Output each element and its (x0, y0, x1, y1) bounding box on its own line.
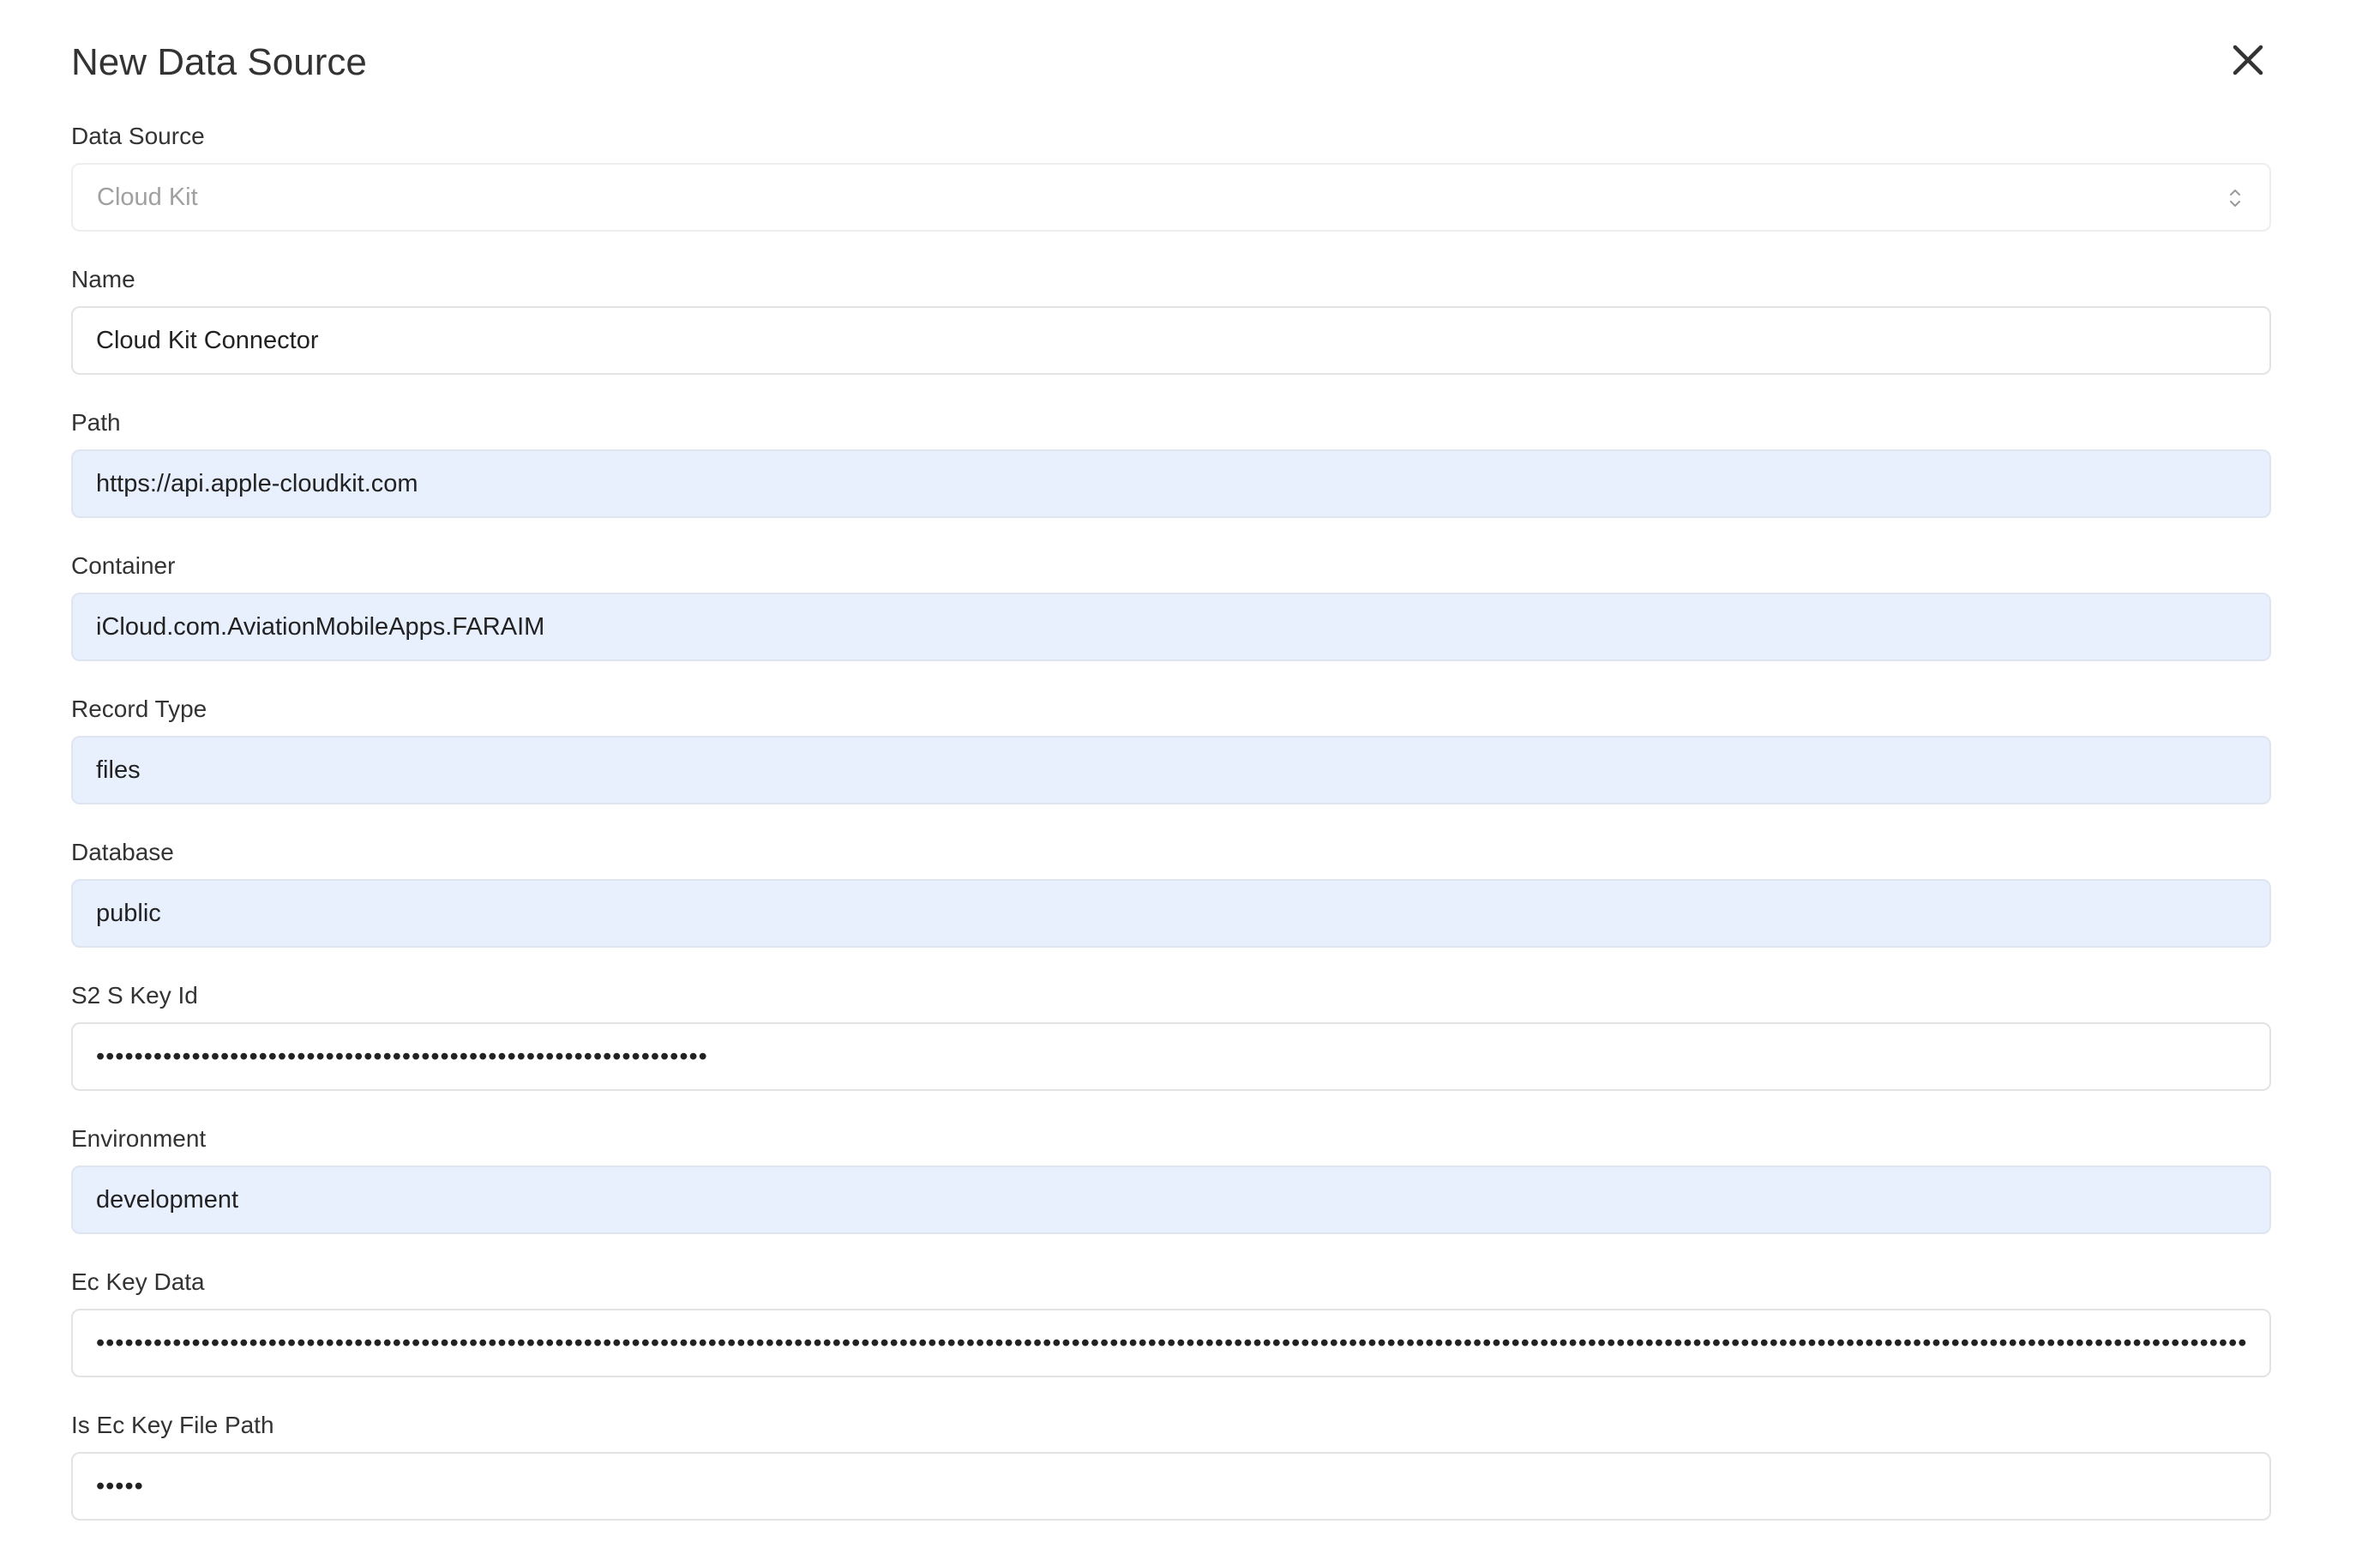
is-ec-key-file-path-field: Is Ec Key File Path (71, 1412, 2271, 1521)
container-field: Container (71, 552, 2271, 661)
database-input[interactable] (71, 879, 2271, 948)
path-field: Path (71, 409, 2271, 518)
dialog-title: New Data Source (71, 41, 367, 83)
s2s-key-id-label: S2 S Key Id (71, 982, 198, 1009)
database-field: Database (71, 839, 2271, 948)
name-field: Name (71, 266, 2271, 375)
path-label: Path (71, 409, 121, 436)
name-label: Name (71, 266, 135, 292)
record-type-label: Record Type (71, 696, 207, 722)
new-data-source-dialog: New Data Source Data Source Cloud Kit Na… (0, 0, 2380, 1542)
container-label: Container (71, 552, 176, 579)
environment-input[interactable] (71, 1166, 2271, 1234)
close-icon (2233, 45, 2263, 75)
close-button[interactable] (2226, 38, 2270, 82)
environment-field: Environment (71, 1125, 2271, 1234)
record-type-field: Record Type (71, 696, 2271, 804)
is-ec-key-file-path-input[interactable] (71, 1452, 2271, 1521)
is-ec-key-file-path-label: Is Ec Key File Path (71, 1412, 274, 1438)
record-type-input[interactable] (71, 736, 2271, 804)
path-input[interactable] (71, 449, 2271, 518)
data-source-select[interactable]: Cloud Kit (71, 163, 2271, 232)
chevron-up-down-icon (2230, 190, 2240, 207)
container-input[interactable] (71, 593, 2271, 661)
database-label: Database (71, 839, 174, 865)
ec-key-data-input[interactable] (71, 1309, 2271, 1377)
ec-key-data-field: Ec Key Data (71, 1268, 2271, 1377)
environment-label: Environment (71, 1125, 207, 1152)
name-input[interactable] (71, 306, 2271, 375)
s2s-key-id-input[interactable] (71, 1022, 2271, 1091)
data-source-field: Data Source Cloud Kit (71, 123, 2271, 232)
data-source-selected-value: Cloud Kit (97, 184, 198, 211)
data-source-label: Data Source (71, 123, 205, 149)
s2s-key-id-field: S2 S Key Id (71, 982, 2271, 1091)
ec-key-data-label: Ec Key Data (71, 1268, 205, 1295)
